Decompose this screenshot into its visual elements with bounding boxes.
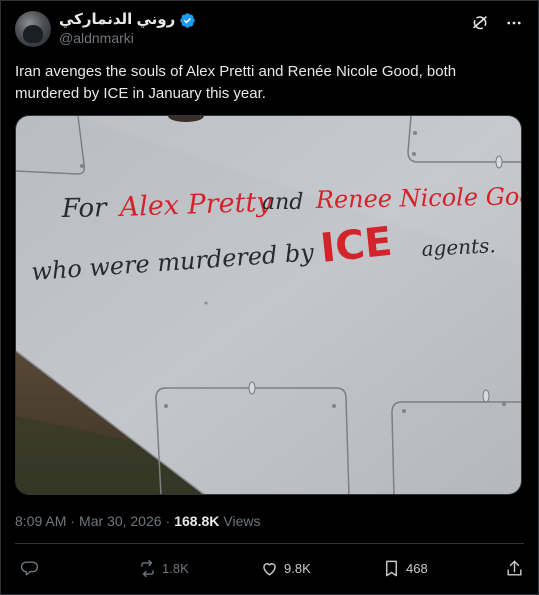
repost-button[interactable]: 1.8K [138,559,189,578]
repost-icon [138,559,157,578]
reply-button[interactable] [20,559,44,578]
author-name-row: روني الدنماركي [59,11,196,29]
reply-icon [20,559,39,578]
grok-icon[interactable] [470,13,490,33]
repost-count: 1.8K [162,560,189,576]
tweet-time[interactable]: 8:09 AM [15,513,66,529]
heart-icon [260,559,279,578]
bookmark-count: 468 [406,560,428,576]
header-actions [470,11,524,33]
like-count: 9.8K [284,560,311,576]
like-button[interactable]: 9.8K [260,559,311,578]
share-button[interactable] [505,559,524,578]
tweet-header: روني الدنماركي @aldnmarki [15,11,524,51]
photo-text-alex-pretty: Alex Pretty [116,187,273,223]
divider [15,543,524,544]
tweet-card: روني الدنماركي @aldnmarki Iran avenges t… [0,0,539,595]
views-label: Views [223,513,261,529]
views-count: 168.8K [174,513,220,529]
tweet-meta: 8:09 AM · Mar 30, 2026 · 168.8K Views [15,513,260,529]
more-icon[interactable] [504,13,524,33]
bookmark-icon [382,559,401,578]
meta-separator: · [70,513,76,529]
photo-text-agents: agents. [421,233,496,261]
author-identity: روني الدنماركي @aldnmarki [59,11,196,47]
photo-text-for: For [61,193,109,224]
tweet-image[interactable]: For Alex Pretty and Renee Nicole Good, w… [15,115,522,495]
photo-text-renee-nicole-good: Renee Nicole Good, [315,182,522,214]
bookmark-button[interactable]: 468 [382,559,428,578]
action-bar: 1.8K 9.8K 468 [15,556,524,580]
photo-drone-panel: For Alex Pretty and Renee Nicole Good, w… [16,116,522,494]
share-icon [505,559,524,578]
photo-text-and: and [262,190,303,215]
photo-text-ice: ICE [318,219,394,272]
author-handle[interactable]: @aldnmarki [59,29,196,47]
verified-badge-icon [179,12,196,29]
meta-separator-2: · [165,513,171,529]
author-display-name[interactable]: روني الدنماركي [59,11,175,29]
avatar[interactable] [15,11,51,47]
tweet-text: Iran avenges the souls of Alex Pretti an… [15,63,457,102]
tweet-date[interactable]: Mar 30, 2026 [79,513,162,529]
